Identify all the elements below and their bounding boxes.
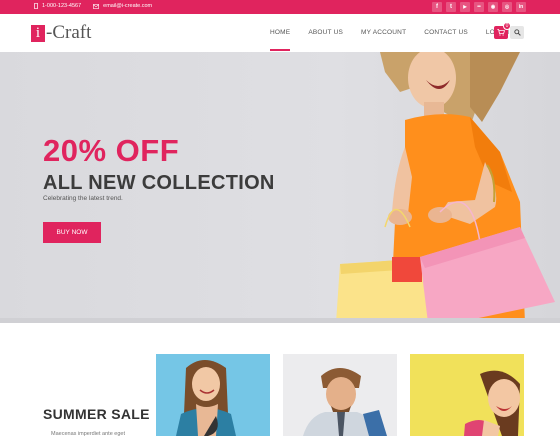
flickr-icon[interactable]: ••	[474, 2, 484, 12]
social-links: f t ▶ •• ◉ ◎ in	[432, 2, 526, 12]
summer-sale-section: SUMMER SALE Maecenas imperdiet ante eget	[0, 323, 560, 437]
top-bar: 1-000-123-4567 email@i-create.com f t ▶ …	[0, 0, 560, 14]
nav-home[interactable]: HOME	[270, 29, 291, 51]
email-icon	[93, 3, 100, 9]
main-nav: HOME ABOUT US MY ACCOUNT CONTACT US LOG …	[270, 29, 509, 51]
phone-contact[interactable]: 1-000-123-4567	[34, 3, 81, 9]
hero-banner: 20% OFF ALL NEW COLLECTION Celebrating t…	[0, 52, 560, 323]
twitter-icon[interactable]: t	[446, 2, 456, 12]
logo-text: -Craft	[46, 22, 92, 43]
instagram-icon[interactable]: ◎	[502, 2, 512, 12]
facebook-icon[interactable]: f	[432, 2, 442, 12]
hero-headline: ALL NEW COLLECTION	[43, 172, 275, 194]
email-contact[interactable]: email@i-create.com	[93, 3, 152, 9]
hero-discount: 20% OFF	[43, 133, 180, 168]
rss-icon[interactable]: ◉	[488, 2, 498, 12]
search-icon	[513, 29, 521, 36]
email-address: email@i-create.com	[103, 3, 153, 9]
product-card-3[interactable]	[410, 354, 524, 436]
site-logo[interactable]: i -Craft	[31, 22, 91, 44]
logo-mark: i	[31, 24, 45, 42]
cart-icon	[497, 29, 505, 36]
cart-button[interactable]: 0	[494, 22, 511, 39]
hero-tagline: Celebrating the latest trend.	[43, 195, 123, 202]
product-image-girl-yellow	[410, 354, 524, 436]
phone-number: 1-000-123-4567	[42, 3, 82, 9]
sale-description: Maecenas imperdiet ante eget	[51, 431, 125, 437]
product-image-woman-blue	[156, 354, 270, 436]
buy-now-button[interactable]: BUY NOW	[43, 222, 101, 243]
contact-info: 1-000-123-4567 email@i-create.com	[34, 3, 152, 9]
phone-icon	[34, 3, 38, 9]
linkedin-icon[interactable]: in	[516, 2, 526, 12]
search-button[interactable]	[510, 26, 524, 39]
nav-my-account[interactable]: MY ACCOUNT	[361, 29, 406, 51]
sale-title: SUMMER SALE	[43, 406, 150, 422]
nav-contact-us[interactable]: CONTACT US	[424, 29, 468, 51]
site-header: i -Craft HOME ABOUT US MY ACCOUNT CONTAC…	[0, 14, 560, 52]
youtube-icon[interactable]: ▶	[460, 2, 470, 12]
product-card-2[interactable]	[283, 354, 397, 436]
nav-about-us[interactable]: ABOUT US	[308, 29, 343, 51]
product-card-1[interactable]	[156, 354, 270, 436]
product-image-man	[283, 354, 397, 436]
